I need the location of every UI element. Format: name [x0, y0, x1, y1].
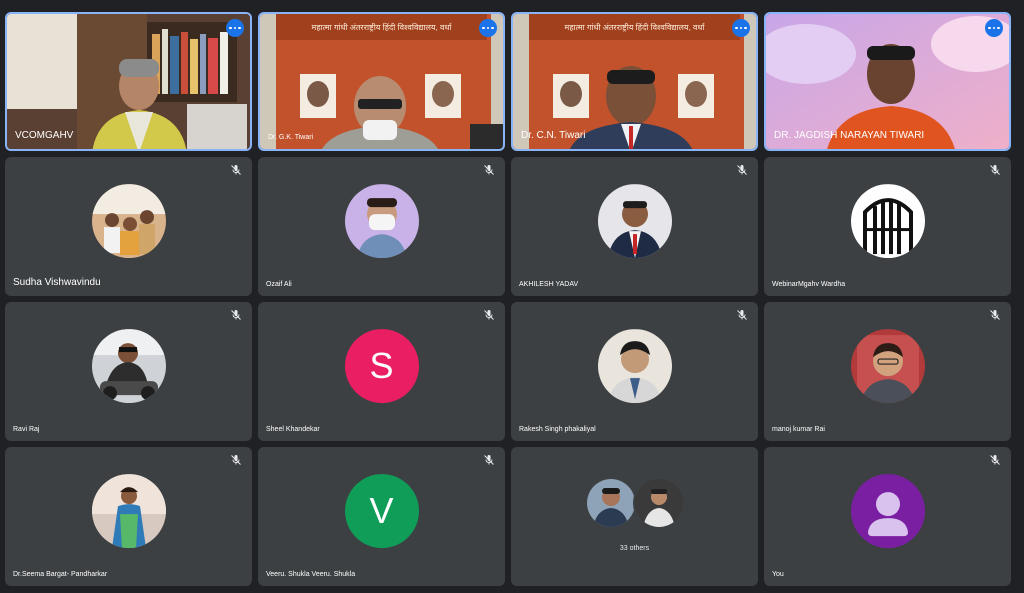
- participant-tile[interactable]: महात्मा गांधी अंतरराष्ट्रीय हिंदी विश्वव…: [511, 12, 758, 151]
- participant-tile[interactable]: V Veeru. Shukla Veeru. Shukla: [258, 447, 505, 586]
- others-avatars: [584, 477, 685, 529]
- self-tile[interactable]: You: [764, 447, 1011, 586]
- mic-off-icon: [990, 455, 1000, 465]
- mic-off-icon: [484, 165, 494, 175]
- participant-tile[interactable]: Rakesh Singh phakaliyal: [511, 302, 758, 441]
- banner: महात्मा गांधी अंतरराष्ट्रीय हिंदी विश्वव…: [276, 14, 487, 40]
- avatar: [584, 477, 637, 529]
- person-icon: [850, 473, 925, 548]
- participant-name: You: [772, 571, 784, 578]
- video-feed: महात्मा गांधी अंतरराष्ट्रीय हिंदी विश्वव…: [513, 14, 756, 149]
- participant-tile[interactable]: WebinarMgahv Wardha: [764, 157, 1011, 296]
- mic-off-icon: [990, 165, 1000, 175]
- more-options-button[interactable]: [479, 19, 497, 37]
- video-feed: [766, 14, 1009, 149]
- participant-tile[interactable]: महात्मा गांधी अंतरराष्ट्रीय हिंदी विश्वव…: [258, 12, 505, 151]
- mic-off-icon: [737, 310, 747, 320]
- logo: [850, 183, 925, 258]
- avatar-letter: V: [344, 473, 419, 548]
- meeting-grid: VCOMGAHV महात्मा गांधी अंतरराष्ट्रीय हिं…: [5, 12, 1011, 587]
- participant-name: VCOMGAHV: [15, 130, 74, 141]
- mic-off-icon: [484, 455, 494, 465]
- video-feed: महात्मा गांधी अंतरराष्ट्रीय हिंदी विश्वव…: [260, 14, 503, 149]
- participant-tile[interactable]: Ravi Raj: [5, 302, 252, 441]
- participant-name: Dr. G.K. Tiwari: [268, 134, 314, 141]
- participant-tile[interactable]: VCOMGAHV: [5, 12, 252, 151]
- avatar: [91, 473, 166, 548]
- participant-tile[interactable]: AKHILESH YADAV: [511, 157, 758, 296]
- video-feed: [7, 14, 250, 149]
- more-options-button[interactable]: [985, 19, 1003, 37]
- mic-off-icon: [484, 310, 494, 320]
- participant-tile[interactable]: Ozaif Ali: [258, 157, 505, 296]
- more-options-button[interactable]: [732, 19, 750, 37]
- avatar: [597, 328, 672, 403]
- mic-off-icon: [231, 165, 241, 175]
- others-count: 33 others: [619, 545, 650, 552]
- avatar: [850, 328, 925, 403]
- participant-name: DR. JAGDISH NARAYAN TIWARI: [774, 130, 925, 141]
- participant-name: WebinarMgahv Wardha: [772, 281, 846, 288]
- avatar: [91, 328, 166, 403]
- participant-name: Sudha Vishwavindu: [13, 277, 101, 288]
- more-options-button[interactable]: [226, 19, 244, 37]
- banner: महात्मा गांधी अंतरराष्ट्रीय हिंदी विश्वव…: [529, 14, 740, 40]
- participant-name: Veeru. Shukla Veeru. Shukla: [266, 571, 356, 578]
- mic-off-icon: [737, 165, 747, 175]
- participant-name: manoj kumar Rai: [772, 426, 825, 433]
- avatar: [597, 183, 672, 258]
- participant-tile[interactable]: Sudha Vishwavindu: [5, 157, 252, 296]
- mic-off-icon: [990, 310, 1000, 320]
- participant-name: Ravi Raj: [13, 426, 40, 433]
- participant-name: AKHILESH YADAV: [519, 281, 579, 288]
- participant-tile[interactable]: Dr.Seema Bargat- Pandharkar: [5, 447, 252, 586]
- participant-tile[interactable]: manoj kumar Rai: [764, 302, 1011, 441]
- participant-name: Dr. C.N. Tiwari: [521, 130, 586, 141]
- avatar: [632, 477, 685, 529]
- participant-name: Dr.Seema Bargat- Pandharkar: [13, 571, 108, 578]
- mic-off-icon: [231, 310, 241, 320]
- others-tile[interactable]: 33 others: [511, 447, 758, 586]
- participant-tile[interactable]: S Sheel Khandekar: [258, 302, 505, 441]
- avatar: [91, 183, 166, 258]
- avatar-letter: S: [344, 328, 419, 403]
- participant-name: Rakesh Singh phakaliyal: [519, 426, 596, 433]
- participant-tile[interactable]: DR. JAGDISH NARAYAN TIWARI: [764, 12, 1011, 151]
- participant-name: Sheel Khandekar: [266, 426, 320, 433]
- avatar: [344, 183, 419, 258]
- participant-name: Ozaif Ali: [266, 281, 292, 288]
- mic-off-icon: [231, 455, 241, 465]
